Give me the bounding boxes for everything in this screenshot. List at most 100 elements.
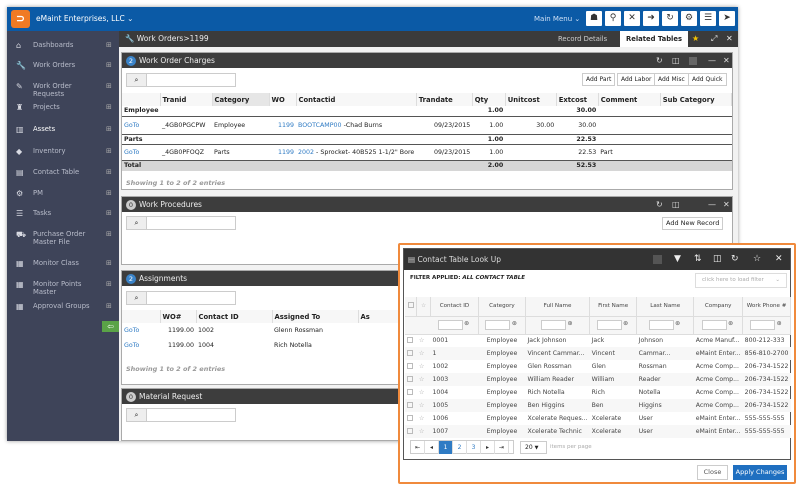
logout-icon[interactable]: ➜: [643, 11, 659, 26]
col-header[interactable]: Company: [693, 297, 744, 317]
star-icon[interactable]: ☆: [417, 399, 431, 412]
row-checkbox[interactable]: [407, 388, 413, 395]
add-quick-button[interactable]: Add Quick: [688, 73, 727, 86]
prev-page-button[interactable]: ◂: [425, 441, 439, 454]
expand-plus-icon[interactable]: ⊞: [106, 41, 112, 49]
expand-plus-icon[interactable]: ⊞: [106, 147, 112, 155]
expand-icon[interactable]: ⤢: [711, 34, 717, 44]
table-row[interactable]: ☆ 1 Employee Vincent Cammar... Vincent Cammar…: [405, 347, 791, 360]
table-row[interactable]: ☆ 1002 Employee Glen Rossman Glen Rossman Acme…: [405, 360, 791, 373]
filter-options-icon[interactable]: ⊛: [463, 320, 471, 330]
expand-plus-icon[interactable]: ⊞: [106, 168, 112, 176]
page-3-button[interactable]: 3: [467, 441, 481, 454]
col-header[interactable]: Contact ID: [430, 297, 479, 317]
expand-plus-icon[interactable]: ⊞: [106, 189, 112, 197]
sort-icon[interactable]: ⇅: [694, 249, 702, 270]
columns-icon[interactable]: ◫: [672, 197, 680, 212]
column-filter-input[interactable]: [596, 320, 622, 330]
tools-icon[interactable]: ✕: [624, 11, 640, 26]
page-2-button[interactable]: 2: [453, 441, 467, 454]
col-header[interactable]: Trandate: [416, 93, 473, 106]
refresh-icon[interactable]: ↻: [731, 249, 739, 270]
col-header[interactable]: Qty: [472, 93, 506, 106]
wo-link[interactable]: 1199: [269, 144, 296, 160]
expand-plus-icon[interactable]: ⊞: [106, 103, 112, 111]
minimize-icon[interactable]: —: [708, 53, 716, 68]
goto-link[interactable]: GoTo: [122, 116, 160, 134]
col-header[interactable]: Extcost: [556, 93, 599, 106]
breadcrumb[interactable]: 🔧 Work Orders>1199: [125, 34, 209, 43]
star-icon[interactable]: ☆: [417, 360, 431, 373]
close-icon[interactable]: ✕: [775, 249, 783, 270]
per-page-select[interactable]: 20 ▼: [520, 441, 547, 454]
filter-icon[interactable]: ▼: [674, 249, 681, 270]
expand-plus-icon[interactable]: ⊞: [106, 61, 112, 69]
close-button[interactable]: Close: [697, 465, 728, 480]
expand-plus-icon[interactable]: ⊞: [106, 82, 112, 90]
star-icon[interactable]: ☆: [417, 412, 431, 425]
column-filter-input[interactable]: [750, 320, 776, 330]
col-header[interactable]: Last Name: [636, 297, 695, 317]
col-header[interactable]: Assigned To: [272, 310, 359, 323]
pin-icon[interactable]: ⚲: [605, 11, 621, 26]
add-new-record-button[interactable]: Add New Record: [662, 217, 724, 230]
select-all-checkbox[interactable]: [407, 302, 414, 309]
add-labor-button[interactable]: Add Labor: [617, 73, 656, 86]
emaint-logo[interactable]: ⊃: [11, 10, 30, 28]
col-header[interactable]: [122, 93, 161, 106]
table-row[interactable]: ☆ 1003 Employee William Reader William Reader…: [405, 373, 791, 386]
collapse-sidebar-button[interactable]: ⇦: [102, 321, 119, 332]
contact-link[interactable]: 2002: [298, 149, 314, 156]
table-row[interactable]: ☆ 1005 Employee Ben Higgins Ben Higgins Acme C…: [405, 399, 791, 412]
add-part-button[interactable]: Add Part: [582, 73, 616, 86]
refresh-icon[interactable]: ↻: [656, 53, 663, 68]
row-checkbox[interactable]: [407, 375, 413, 382]
col-header[interactable]: Contactid: [296, 93, 417, 106]
tab-related-tables[interactable]: Related Tables: [620, 31, 689, 47]
star-icon[interactable]: ★: [692, 34, 699, 43]
star-icon[interactable]: ☆: [417, 334, 431, 347]
star-icon[interactable]: ☆: [416, 297, 431, 317]
column-filter-input[interactable]: [437, 320, 463, 330]
refresh-icon[interactable]: ↻: [656, 197, 663, 212]
expand-plus-icon[interactable]: ⊞: [106, 280, 112, 288]
col-header[interactable]: Work Phone #: [742, 297, 791, 317]
next-page-button[interactable]: ▸: [481, 441, 495, 454]
row-checkbox[interactable]: [407, 349, 413, 356]
filter-options-icon[interactable]: ⊛: [510, 320, 518, 330]
table-row[interactable]: ☆ 1004 Employee Rich Notella Rich Notella Acme…: [405, 386, 791, 399]
col-header[interactable]: Contact ID: [196, 310, 273, 323]
contact-link[interactable]: BOOTCAMP00: [298, 122, 342, 129]
filter-options-icon[interactable]: ⊛: [622, 320, 630, 330]
column-filter-input[interactable]: [485, 320, 511, 330]
row-checkbox[interactable]: [407, 336, 413, 343]
table-row[interactable]: ☆ 1006 Employee Xcelerate Reques... Xcelerat…: [405, 412, 791, 425]
col-header[interactable]: Sub Category: [660, 93, 733, 106]
expand-plus-icon[interactable]: ⊞: [106, 302, 112, 310]
row-checkbox[interactable]: [407, 401, 413, 408]
goto-link[interactable]: GoTo: [122, 144, 160, 160]
apply-changes-button[interactable]: Apply Changes: [733, 465, 787, 480]
search-input[interactable]: ⌕: [126, 408, 236, 422]
star-icon[interactable]: ☆: [417, 373, 431, 386]
close-icon[interactable]: ✕: [723, 53, 730, 68]
col-header[interactable]: Comment: [598, 93, 661, 106]
row-checkbox[interactable]: [407, 414, 413, 421]
column-filter-input[interactable]: [701, 320, 727, 330]
column-filter-input[interactable]: [541, 320, 567, 330]
expand-plus-icon[interactable]: ⊞: [106, 259, 112, 267]
star-icon[interactable]: ☆: [417, 386, 431, 399]
filter-options-icon[interactable]: ⊛: [775, 320, 783, 330]
filter-options-icon[interactable]: ⊛: [727, 320, 735, 330]
col-header[interactable]: Category: [212, 93, 270, 106]
column-filter-input[interactable]: [648, 320, 674, 330]
wo-link[interactable]: 1199: [269, 116, 296, 134]
add-misc-button[interactable]: Add Misc: [654, 73, 689, 86]
star-icon[interactable]: ☆: [753, 249, 761, 270]
columns-icon[interactable]: ◫: [713, 249, 722, 270]
col-header[interactable]: First Name: [589, 297, 638, 317]
star-icon[interactable]: ☆: [417, 347, 431, 360]
filter-options-icon[interactable]: ⊛: [674, 320, 682, 330]
close-icon[interactable]: ✕: [723, 197, 730, 212]
color-icon[interactable]: [689, 57, 697, 65]
